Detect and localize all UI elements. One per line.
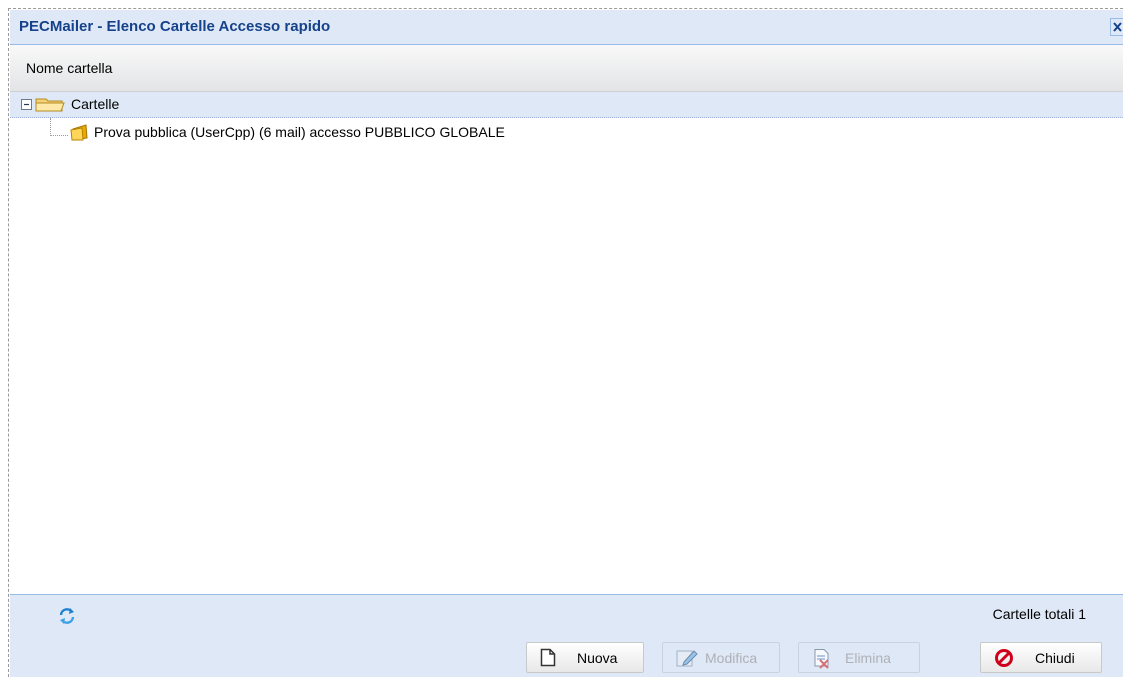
delete-button-label: Elimina (845, 650, 891, 666)
folder-tree: Cartelle Prova pubblica (UserCpp) (6 mai… (10, 92, 1123, 592)
bottom-toolbar: Nuova Modifica Elimina Chiudi (10, 636, 1123, 677)
no-entry-icon (995, 649, 1013, 667)
window-title: PECMailer - Elenco Cartelle Accesso rapi… (19, 18, 331, 35)
delete-document-icon (814, 649, 829, 669)
status-bar: Cartelle totali 1 (10, 594, 1123, 637)
close-button[interactable]: Chiudi (980, 642, 1102, 673)
new-button[interactable]: Nuova (526, 642, 644, 673)
tree-node-root-label: Cartelle (71, 96, 120, 112)
edit-icon (676, 650, 698, 667)
tree-connector-vertical (50, 118, 51, 136)
tree-connector-horizontal (50, 135, 68, 136)
refresh-icon[interactable] (57, 606, 77, 626)
tree-node-folder[interactable]: Prova pubblica (UserCpp) (6 mail) access… (68, 122, 1103, 144)
folder-icon (70, 124, 88, 141)
column-header-label: Nome cartella (26, 60, 113, 76)
close-icon (1113, 22, 1122, 32)
new-button-label: Nuova (577, 650, 618, 666)
window-close-button[interactable] (1110, 18, 1123, 36)
edit-button-label: Modifica (705, 650, 758, 666)
new-document-icon (540, 648, 556, 667)
edit-button[interactable]: Modifica (662, 642, 780, 673)
tree-node-folder-label: Prova pubblica (UserCpp) (6 mail) access… (94, 124, 505, 140)
dialog-window: PECMailer - Elenco Cartelle Accesso rapi… (8, 8, 1123, 677)
minus-box-icon[interactable] (21, 99, 32, 110)
delete-button[interactable]: Elimina (798, 642, 920, 673)
open-folder-icon (35, 98, 65, 112)
close-button-label: Chiudi (1035, 650, 1075, 666)
title-bar: PECMailer - Elenco Cartelle Accesso rapi… (10, 10, 1123, 45)
tree-node-root[interactable]: Cartelle (10, 92, 1123, 118)
total-folders-count: Cartelle totali 1 (992, 606, 1086, 622)
column-header-name[interactable]: Nome cartella (10, 45, 1123, 92)
